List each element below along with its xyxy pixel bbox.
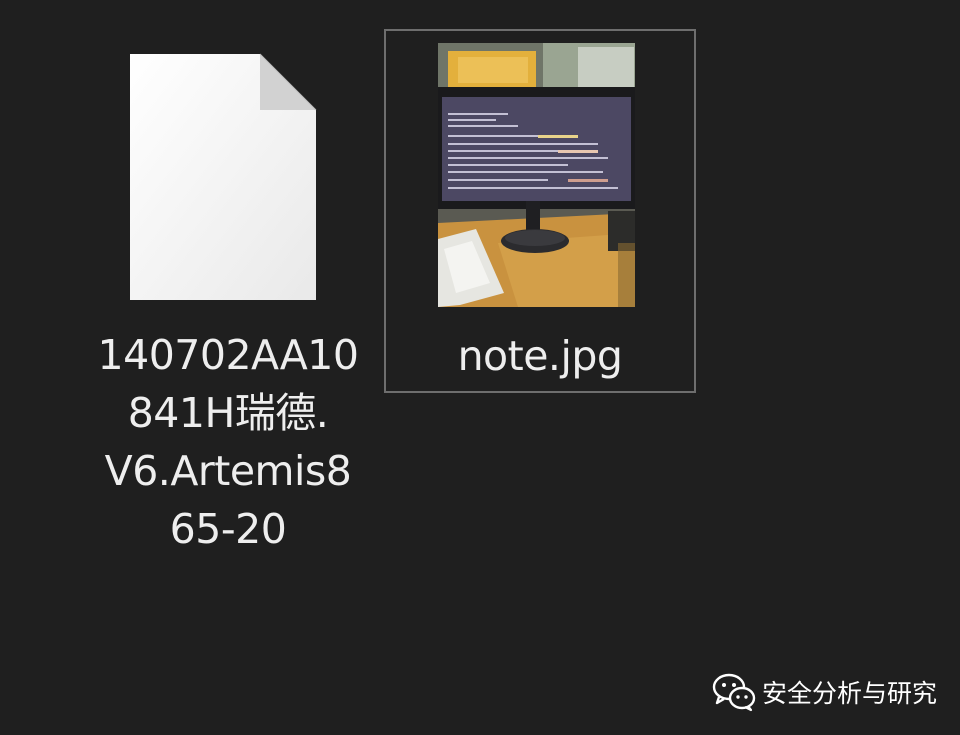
- image-thumbnail: [438, 43, 635, 307]
- photo-preview: [438, 43, 635, 307]
- file-name-label: 140702AA10 841H瑞德. V6.Artemis8 65-20: [78, 326, 378, 558]
- wechat-icon: [712, 673, 756, 712]
- watermark-text: 安全分析与研究: [762, 679, 938, 708]
- file-name-label: note.jpg: [457, 332, 623, 380]
- wechat-watermark: 安全分析与研究: [712, 670, 937, 714]
- file-name-line: 841H瑞德.: [127, 389, 329, 437]
- file-item-140702AA10841H[interactable]: 140702AA10 841H瑞德. V6.Artemis8 65-20: [78, 30, 378, 570]
- blank-document-icon: [130, 53, 317, 300]
- file-name-line: 140702AA10: [97, 331, 359, 379]
- file-item-note-jpg[interactable]: note.jpg: [384, 29, 696, 393]
- file-name-line: V6.Artemis8: [104, 447, 352, 495]
- file-name-line: 65-20: [169, 505, 287, 553]
- file-explorer-view: 140702AA10 841H瑞德. V6.Artemis8 65-20 not…: [0, 0, 960, 735]
